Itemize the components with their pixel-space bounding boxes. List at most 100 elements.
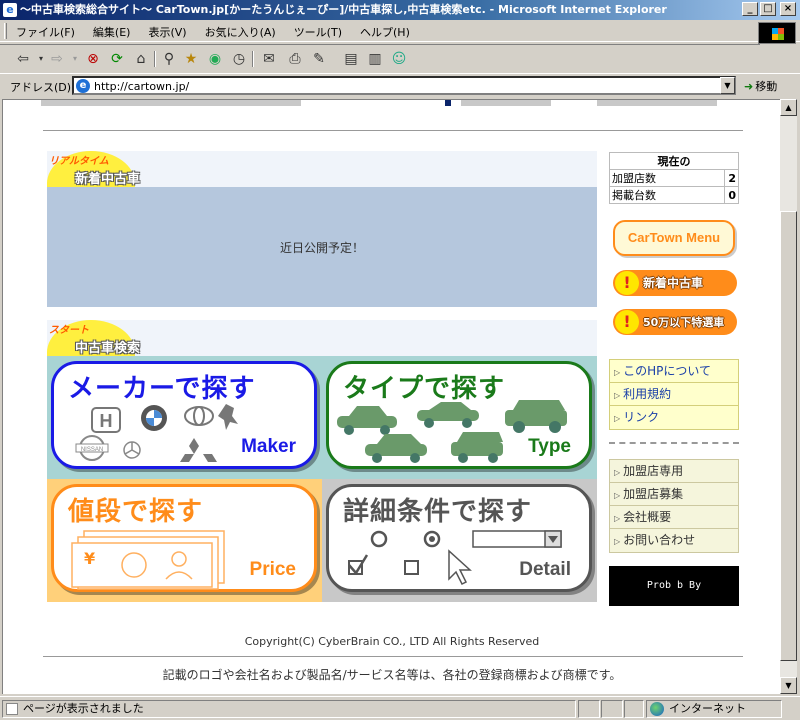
address-dropdown-button[interactable]: ▼ (720, 77, 735, 94)
stats-row: 加盟店数 2 (609, 169, 739, 187)
link-member-recruit[interactable]: ▷ 加盟店募集 (610, 483, 738, 506)
status-text: ページが表示されました (23, 702, 144, 715)
tile-english-label: Maker (241, 436, 296, 457)
divider (43, 130, 743, 131)
info-links: ▷ このHPについて ▷ 利用規約 ▷ リンク (609, 359, 739, 430)
svg-text:NISSAN: NISSAN (81, 447, 103, 453)
address-label: アドレス(D) (10, 81, 72, 94)
forward-dropdown-icon[interactable]: ▾ (66, 50, 84, 68)
status-bar: ページが表示されました インターネット (0, 696, 800, 720)
mail-icon[interactable]: ✉ (260, 50, 278, 68)
link-company[interactable]: ▷ 会社概要 (610, 506, 738, 529)
svg-text:H: H (100, 411, 113, 431)
search-by-maker-tile[interactable]: メーカーで探す H NISSAN Maker (47, 356, 322, 479)
link-about[interactable]: ▷ このHPについて (610, 360, 738, 383)
menu-bar: ファイル(F) 編集(E) 表示(V) お気に入り(A) ツール(T) ヘルプ(… (0, 20, 800, 42)
yen-symbol: ¥ (84, 549, 96, 568)
maximize-button[interactable]: □ (760, 2, 776, 16)
section-tag: リアルタイム (49, 156, 109, 167)
divider (43, 656, 743, 657)
wagon-icon (451, 432, 503, 463)
mitsubishi-logo (180, 438, 217, 462)
ie-page-icon: e (76, 79, 90, 93)
mercedes-logo (123, 441, 141, 459)
sedan-icon (337, 406, 397, 435)
discuss-icon[interactable]: ▤ (342, 50, 360, 68)
print-icon[interactable]: ⎙ (286, 50, 304, 68)
link-members-only[interactable]: ▷ 加盟店専用 (610, 460, 738, 483)
go-arrow-icon: ➜ (744, 80, 754, 93)
ie-page-icon[interactable]: e (3, 3, 17, 17)
history-icon[interactable]: ◷ (230, 50, 248, 68)
link-links[interactable]: ▷ リンク (610, 406, 738, 429)
search-by-type-tile[interactable]: タイプで探す Type (322, 356, 597, 479)
exclamation-icon: ! (615, 271, 639, 295)
copyright: Copyright(C) CyberBrain CO., LTD All Rig… (244, 635, 540, 648)
scroll-down-button[interactable]: ▼ (780, 677, 797, 694)
menu-grip (4, 23, 7, 39)
suv-icon (505, 400, 567, 433)
radio-icon (370, 530, 388, 548)
stats-table: 現在の 加盟店数 2 掲載台数 0 (609, 152, 739, 204)
address-field[interactable]: e (72, 76, 736, 95)
bmw-logo (141, 405, 167, 431)
menu-help[interactable]: ヘルプ(H) (360, 24, 410, 40)
back-icon[interactable]: ⇦ (14, 50, 32, 68)
cartown-menu-button[interactable]: CarTown Menu (613, 220, 735, 256)
header-remnant (41, 100, 741, 106)
cursor-icon (448, 549, 472, 586)
search-section-header: スタート 中古車検索 (47, 320, 597, 356)
forward-icon[interactable]: ⇨ (48, 50, 66, 68)
link-contact[interactable]: ▷ お問い合わせ (610, 529, 738, 552)
search-icon[interactable]: ⚲ (160, 50, 178, 68)
section-title: 中古車検索 (75, 341, 141, 356)
checkbox-empty-icon (404, 560, 419, 575)
link-terms[interactable]: ▷ 利用規約 (610, 383, 738, 406)
scroll-thumb[interactable] (780, 211, 797, 661)
refresh-icon[interactable]: ⟳ (108, 50, 126, 68)
toyota-logo (184, 406, 214, 426)
trademark-disclaimer: 記載のロゴや会社名および製品名/サービス名等は、各社の登録商標および商標です。 (162, 668, 622, 682)
page-viewport[interactable]: リアルタイム 新着中古車 近日公開予定！ スタート 中古車検索 メーカーで探す … (2, 99, 780, 694)
honda-logo: H (91, 407, 121, 433)
standard-toolbar: ⇦ ▾ ⇨ ▾ ⊗ ⟳ ⌂ ⚲ ★ ◉ ◷ ✉ ⎙ ✎ ▤ ▥ ☺ (0, 44, 760, 72)
media-icon[interactable]: ◉ (206, 50, 224, 68)
page-icon (6, 703, 18, 715)
stats-row: 掲載台数 0 (609, 186, 739, 204)
section-title: 新着中古車 (75, 172, 141, 187)
research-icon[interactable]: ▥ (366, 50, 384, 68)
cheap-cars-button[interactable]: ! 50万以下特選車 (613, 309, 737, 335)
tile-english-label: Price (249, 559, 296, 580)
menu-file[interactable]: ファイル(F) (16, 24, 75, 40)
section-tag: スタート (49, 325, 89, 336)
close-button[interactable]: × (780, 2, 796, 16)
status-text-panel: ページが表示されました (2, 700, 576, 718)
home-icon[interactable]: ⌂ (132, 50, 150, 68)
vertical-scrollbar[interactable]: ▲ ▼ (780, 99, 797, 694)
go-button[interactable]: ➜ 移動 (744, 78, 777, 94)
newcar-panel: 近日公開予定！ (47, 187, 597, 307)
address-input[interactable] (94, 79, 714, 93)
stop-icon[interactable]: ⊗ (84, 50, 102, 68)
window-title: ～中古車検索総合サイト～ CarTown.jp[かーたうんじぇーぴー]/中古車探… (20, 3, 667, 16)
menu-favorites[interactable]: お気に入り(A) (205, 24, 276, 40)
coupe-icon (417, 402, 479, 428)
messenger-icon[interactable]: ☺ (390, 50, 408, 68)
search-by-price-tile[interactable]: 値段で探す ¥ Price (47, 479, 322, 602)
hatchback-icon (365, 434, 427, 463)
favorites-icon[interactable]: ★ (182, 50, 200, 68)
newcar-section-header: リアルタイム 新着中古車 (47, 151, 597, 187)
nissan-logo: NISSAN (75, 435, 109, 461)
minimize-button[interactable]: _ (742, 2, 758, 16)
ad-banner[interactable]: Prob b By (609, 566, 739, 606)
address-bar: アドレス(D) e ▼ ➜移動 (0, 73, 800, 97)
menu-edit[interactable]: 編集(E) (93, 24, 131, 40)
scroll-up-button[interactable]: ▲ (780, 99, 797, 116)
menu-tools[interactable]: ツール(T) (294, 24, 342, 40)
window-title-bar[interactable]: e ～中古車検索総合サイト～ CarTown.jp[かーたうんじぇーぴー]/中古… (0, 0, 800, 20)
exclamation-icon: ! (615, 310, 639, 334)
edit-icon[interactable]: ✎ (310, 50, 328, 68)
new-cars-button[interactable]: ! 新着中古車 (613, 270, 737, 296)
search-by-detail-tile[interactable]: 詳細条件で探す Detail (322, 479, 597, 602)
menu-view[interactable]: 表示(V) (148, 24, 186, 40)
